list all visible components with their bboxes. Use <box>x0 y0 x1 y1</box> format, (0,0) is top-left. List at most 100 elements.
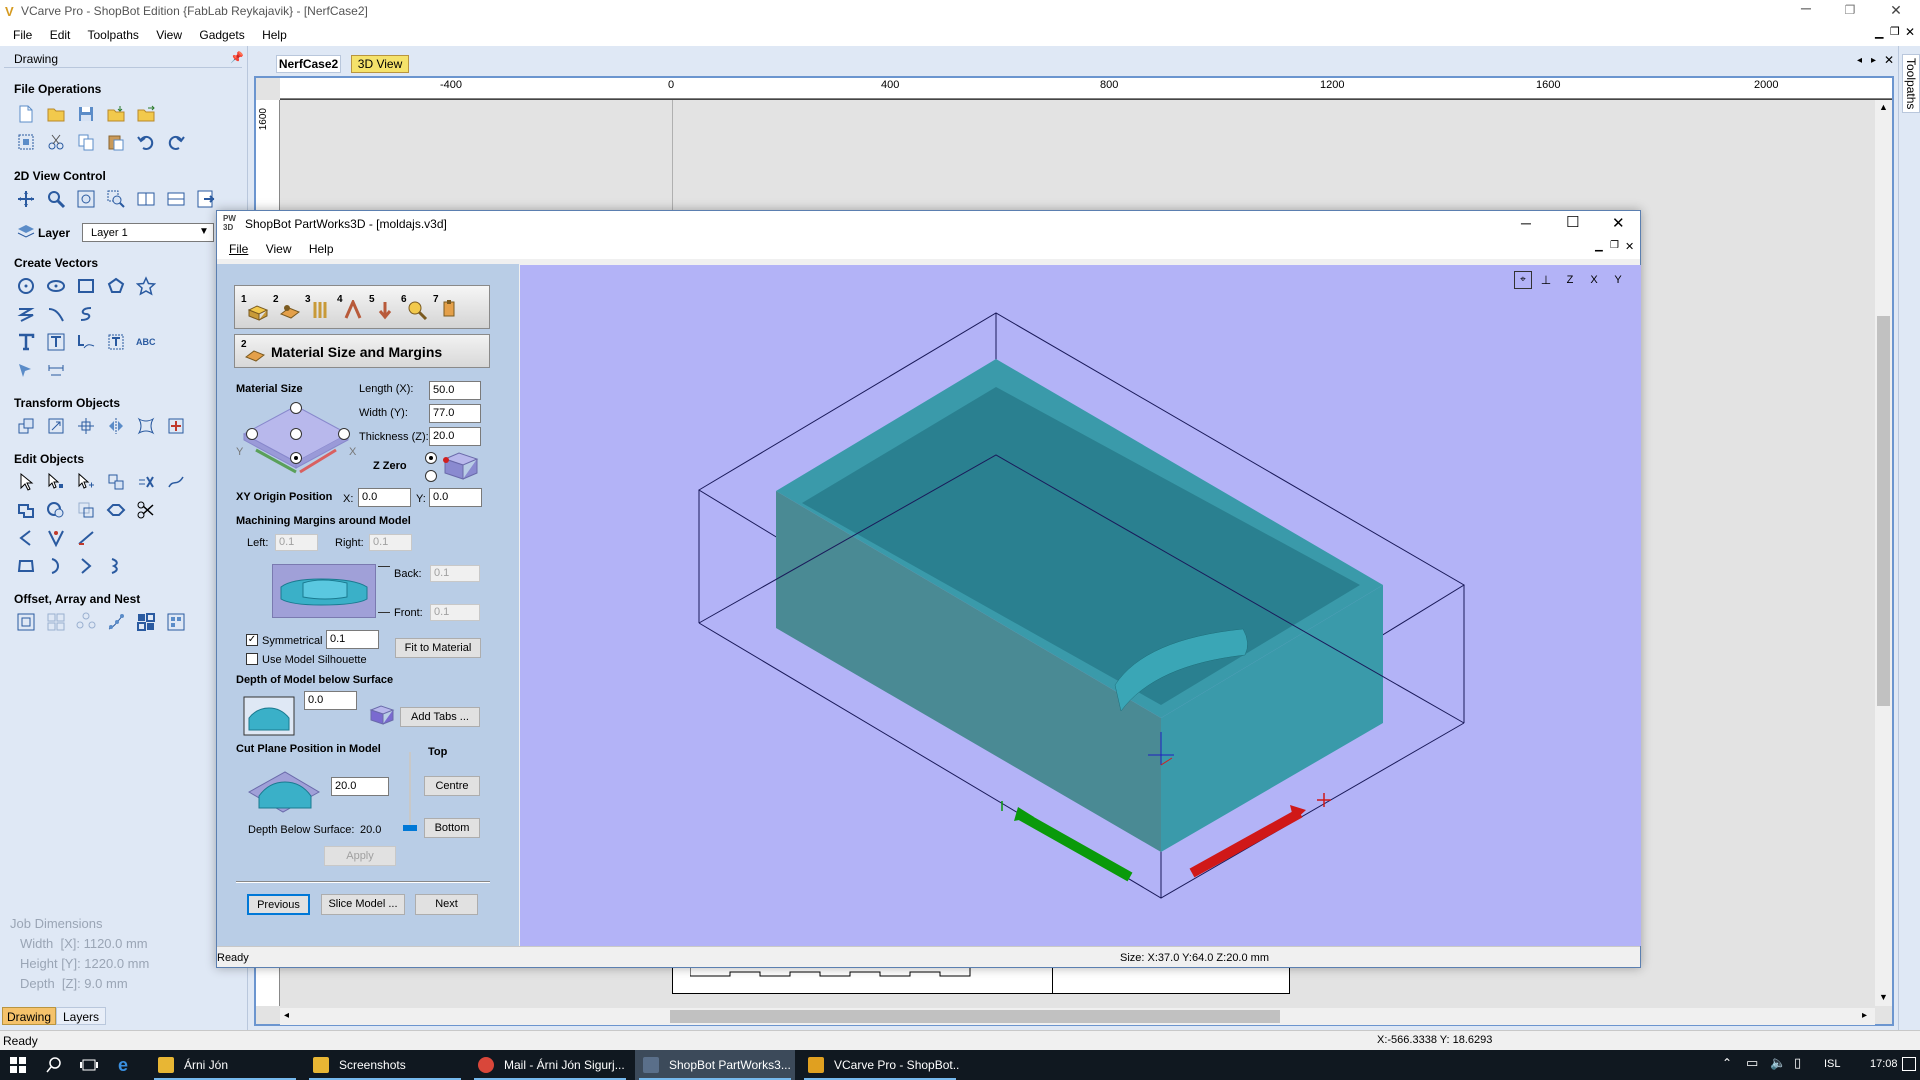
pw-mdi-close-icon[interactable]: ✕ <box>1625 240 1634 253</box>
draw-node-icon[interactable] <box>16 360 36 380</box>
new-file-icon[interactable] <box>16 104 36 124</box>
copy-along-vector-icon[interactable] <box>106 612 126 632</box>
h-scrollbar[interactable]: ◂ ▸ <box>280 1008 1875 1025</box>
symmetrical-input[interactable]: 0.1 <box>326 630 379 649</box>
depth-input[interactable]: 0.0 <box>304 691 357 710</box>
text-on-curve-icon[interactable] <box>76 332 96 352</box>
clock[interactable]: 17:08 <box>1870 1058 1898 1070</box>
symmetrical-checkbox[interactable]: ✓ <box>246 634 258 646</box>
delete-x-icon[interactable] <box>136 472 156 492</box>
zoom-box-icon[interactable] <box>106 189 126 209</box>
search-icon[interactable] <box>46 1057 62 1073</box>
network-icon[interactable]: ▭ <box>1746 1055 1758 1071</box>
tray-chevron-up-icon[interactable]: ⌃ <box>1722 1056 1732 1070</box>
view-iso-icon[interactable]: ⊥ <box>1536 271 1556 289</box>
pw-mdi-minimize-icon[interactable]: ▁ <box>1595 241 1603 252</box>
redo-icon[interactable] <box>166 132 186 152</box>
minimize-icon[interactable]: ─ <box>1796 0 1816 22</box>
arc-tool-icon[interactable] <box>76 556 96 576</box>
cut-plane-slider-thumb[interactable] <box>403 825 417 831</box>
menu-edit[interactable]: Edit <box>50 28 71 42</box>
text-tool-icon[interactable] <box>16 332 36 352</box>
bottom-button[interactable]: Bottom <box>424 818 480 838</box>
array-copy-icon[interactable] <box>46 612 66 632</box>
apply-button[interactable]: Apply <box>324 846 396 866</box>
interactive-trim-icon[interactable] <box>106 472 126 492</box>
toolpaths-panel-tab[interactable]: Toolpaths <box>1898 46 1920 1030</box>
taskbar-item-mail[interactable]: Mail - Árni Jón Sigurj... <box>470 1050 630 1080</box>
transform-select-icon[interactable] <box>76 472 96 492</box>
h-scrollbar-thumb[interactable] <box>670 1010 1280 1023</box>
next-button[interactable]: Next <box>415 894 478 915</box>
zoom-icon[interactable] <box>46 189 66 209</box>
step-1-button[interactable]: 1 <box>241 294 269 322</box>
intersect-tool-icon[interactable] <box>76 500 96 520</box>
menu-view[interactable]: View <box>156 28 182 42</box>
task-view-icon[interactable] <box>80 1057 98 1073</box>
pw-minimize-icon[interactable]: ─ <box>1521 215 1531 231</box>
menu-toolpaths[interactable]: Toolpaths <box>88 28 139 42</box>
origin-radio-bottom[interactable] <box>290 452 302 464</box>
restore-icon[interactable]: ❐ <box>1840 3 1860 19</box>
select-tool-icon[interactable] <box>16 472 36 492</box>
width-input[interactable]: 77.0 <box>429 404 481 423</box>
nest-parts-icon[interactable] <box>136 612 156 632</box>
view-toggle-icon[interactable] <box>166 189 186 209</box>
menu-file[interactable]: File <box>13 28 32 42</box>
open-folder-icon[interactable] <box>46 104 66 124</box>
polygon-tool-icon[interactable] <box>106 276 126 296</box>
language-indicator[interactable]: ISL <box>1824 1058 1841 1070</box>
start-button[interactable] <box>10 1057 26 1073</box>
bezier-tool-icon[interactable] <box>106 556 126 576</box>
undo-icon[interactable] <box>136 132 156 152</box>
3d-viewport[interactable]: ⌖ ⊥ Z X Y <box>520 265 1641 946</box>
mirror-tool-icon[interactable] <box>106 416 126 436</box>
pw-menu-help[interactable]: Help <box>309 242 334 256</box>
close-icon[interactable]: ✕ <box>1886 2 1906 20</box>
scroll-up-icon[interactable]: ▲ <box>1879 102 1888 112</box>
back-margin-input[interactable]: 0.1 <box>430 565 480 582</box>
ellipse-tool-icon[interactable] <box>46 276 66 296</box>
volume-icon[interactable]: 🔈 <box>1770 1055 1786 1071</box>
mdi-minimize-icon[interactable]: ▁ <box>1875 26 1883 39</box>
menu-help[interactable]: Help <box>262 28 287 42</box>
origin-radio-top[interactable] <box>290 402 302 414</box>
tab-scroll-left-icon[interactable]: ◂ <box>1857 55 1862 66</box>
cut-plane-input[interactable]: 20.0 <box>331 777 389 796</box>
length-input[interactable]: 50.0 <box>429 381 481 400</box>
step-7-button[interactable]: 7 <box>433 294 461 322</box>
mdi-restore-icon[interactable]: ❐ <box>1890 25 1900 38</box>
cut-plane-slider-track[interactable] <box>409 752 411 830</box>
zzero-bottom-radio[interactable] <box>425 470 437 482</box>
tab-scroll-right-icon[interactable]: ▸ <box>1871 55 1876 66</box>
left-margin-input[interactable]: 0.1 <box>275 534 318 551</box>
align-tool-icon[interactable] <box>76 416 96 436</box>
curve-fit-icon[interactable] <box>46 556 66 576</box>
save-icon[interactable] <box>76 104 96 124</box>
view-fit-icon[interactable]: ⌖ <box>1514 271 1532 289</box>
polyline-tool-icon[interactable] <box>16 304 36 324</box>
copy-icon[interactable] <box>76 132 96 152</box>
move-tool-icon[interactable] <box>16 416 36 436</box>
step-4-button[interactable]: 4 <box>337 294 365 322</box>
tab-drawing[interactable]: Drawing <box>2 1007 57 1025</box>
view-x-icon[interactable]: X <box>1584 271 1604 289</box>
weld-tool-icon[interactable] <box>16 500 36 520</box>
tab-3d-view[interactable]: 3D View <box>351 55 409 73</box>
dimension-tool-icon[interactable] <box>46 360 66 380</box>
select-all-icon[interactable] <box>16 132 36 152</box>
battery-icon[interactable]: ▯ <box>1794 1055 1801 1071</box>
extend-tool-icon[interactable] <box>76 528 96 548</box>
origin-radio-left[interactable] <box>246 428 258 440</box>
mdi-close-icon[interactable]: ✕ <box>1905 25 1915 39</box>
taskbar-item-file-explorer[interactable]: Árni Jón <box>150 1050 300 1080</box>
slice-model-button[interactable]: Slice Model ... <box>321 894 405 915</box>
text-box-tool-icon[interactable] <box>46 332 66 352</box>
centre-button[interactable]: Centre <box>424 776 480 796</box>
zoom-extents-icon[interactable] <box>76 189 96 209</box>
view-3d-icon[interactable] <box>196 189 216 209</box>
text-abc-icon[interactable]: ABC <box>136 332 156 352</box>
scroll-right-icon[interactable]: ▸ <box>1862 1010 1867 1021</box>
pw-menu-file[interactable]: File <box>229 242 248 256</box>
front-margin-input[interactable]: 0.1 <box>430 604 480 621</box>
